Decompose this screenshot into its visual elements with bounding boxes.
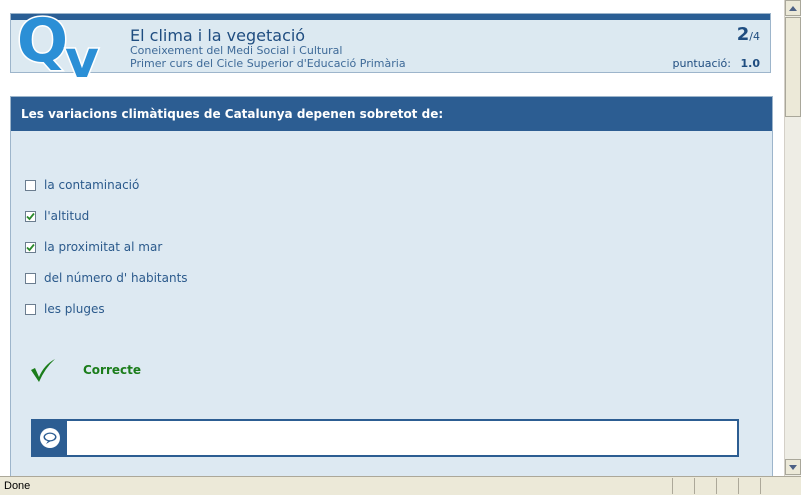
option-0[interactable]: la contaminació [25, 176, 139, 194]
check-icon [26, 243, 35, 251]
option-checkbox[interactable] [25, 272, 36, 284]
page-viewport: Q v El clima i la vegetació Coneixement … [0, 0, 784, 476]
score-value: 1.0 [740, 57, 761, 70]
status-bar: Done [0, 476, 801, 495]
vertical-scrollbar[interactable] [784, 0, 801, 476]
question-text: Les variacions climàtiques de Catalunya … [21, 107, 444, 121]
page-current: 2 [736, 24, 750, 45]
subject-name: Coneixement del Medi Social i Cultural [130, 44, 343, 57]
option-checkbox[interactable] [25, 303, 36, 315]
page-total: /4 [749, 30, 760, 43]
quiz-header: Q v El clima i la vegetació Coneixement … [10, 5, 771, 85]
scroll-thumb[interactable] [785, 17, 801, 117]
checkmark-icon [31, 359, 55, 382]
option-checkbox[interactable] [25, 179, 36, 191]
option-label: del número d' habitants [44, 271, 188, 285]
option-checkbox[interactable] [25, 241, 36, 253]
option-2[interactable]: la proximitat al mar [25, 238, 162, 256]
feedback-text: Correcte [83, 363, 142, 377]
qv-logo: Q v [16, 5, 101, 85]
status-text: Done [4, 480, 31, 492]
option-label: la proximitat al mar [44, 240, 163, 254]
status-cell [716, 478, 717, 494]
score: puntuació: 1.0 [673, 57, 761, 70]
quiz-title: El clima i la vegetació [130, 26, 306, 45]
option-checkbox[interactable] [25, 210, 36, 222]
svg-text:v: v [65, 30, 99, 85]
comment-icon-container [33, 421, 67, 455]
option-label: l'altitud [44, 209, 90, 223]
score-label: puntuació: [672, 57, 732, 70]
comment-box[interactable] [31, 419, 739, 457]
scroll-up-button[interactable] [785, 0, 801, 16]
option-label: la contaminació [44, 178, 140, 192]
course-name: Primer curs del Cicle Superior d'Educaci… [130, 57, 406, 70]
arrow-up-icon [789, 5, 797, 11]
status-cell [760, 478, 761, 494]
question-panel: Les variacions climàtiques de Catalunya … [10, 96, 773, 476]
status-cell [738, 478, 739, 494]
check-icon [26, 212, 35, 220]
page-counter: 2/4 [737, 24, 760, 45]
speech-bubble-icon [40, 428, 60, 448]
option-3[interactable]: del número d' habitants [25, 269, 188, 287]
question-bar: Les variacions climàtiques de Catalunya … [11, 97, 772, 131]
arrow-down-icon [789, 464, 797, 470]
option-4[interactable]: les pluges [25, 300, 105, 318]
option-label: les pluges [44, 302, 105, 316]
svg-text:Q: Q [17, 6, 68, 76]
scroll-down-button[interactable] [785, 459, 801, 475]
status-cell [694, 478, 695, 494]
status-cell [672, 478, 673, 494]
option-1[interactable]: l'altitud [25, 207, 89, 225]
